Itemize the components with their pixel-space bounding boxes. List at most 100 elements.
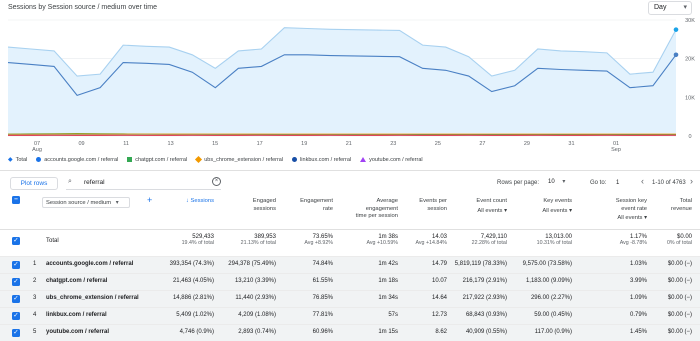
rows-per-page-select[interactable]: 10 ▾ <box>548 178 570 189</box>
y-tick-label: 30K <box>685 18 695 24</box>
x-tick-label: 29 <box>524 141 530 147</box>
total-subtext: 0% of total <box>612 240 692 246</box>
x-tick-label: 09 <box>78 141 84 147</box>
dimension-cell[interactable]: ubs_chrome_extension / referral <box>46 295 139 301</box>
total-cell: 13,013.0010.31% of total <box>492 234 572 246</box>
event-filter-select[interactable]: All events ▾ <box>445 208 507 216</box>
dimension-cell[interactable]: chatgpt.com / referral <box>46 278 107 284</box>
row-divider <box>0 256 700 257</box>
chevron-down-icon: ▾ <box>642 215 647 221</box>
chevron-down-icon: ▾ <box>567 208 572 214</box>
prev-page-icon[interactable]: ‹ <box>641 176 644 186</box>
row-number: 4 <box>33 312 36 318</box>
column-header-label: Total <box>630 198 692 206</box>
column-header-label: ↓ Sessions <box>152 198 214 206</box>
chevron-down-icon: ▾ <box>116 200 119 206</box>
column-header-label: session <box>385 206 447 214</box>
y-tick-label: 10K <box>685 95 695 101</box>
row-number: 2 <box>33 278 36 284</box>
legend-label: linkbux.com / referral <box>300 157 351 163</box>
legend-item[interactable]: youtube.com / referral <box>360 157 423 163</box>
column-header[interactable]: Engagementrate <box>271 198 333 213</box>
x-tick-label: 17 <box>257 141 263 147</box>
row-divider <box>0 307 700 308</box>
x-tick-label: Sep <box>611 147 621 153</box>
x-tick-label: 13 <box>168 141 174 147</box>
legend-item[interactable]: ◆Total <box>8 156 27 163</box>
legend-label: youtube.com / referral <box>369 157 423 163</box>
row-divider <box>0 324 700 325</box>
metric-cell: 296.00 (2.27%) <box>492 295 572 301</box>
event-filter-value: All events <box>477 208 502 214</box>
dimension-cell[interactable]: youtube.com / referral <box>46 329 109 335</box>
legend-item[interactable]: chatgpt.com / referral <box>127 157 187 163</box>
row-checkbox[interactable]: ✓ <box>12 261 20 269</box>
column-header[interactable]: Key events All events ▾ <box>510 198 572 215</box>
total-label: Total <box>46 238 59 244</box>
legend-item[interactable]: accounts.google.com / referral <box>36 157 118 163</box>
search-icon: ⌕ <box>68 178 72 186</box>
series-end-marker[interactable] <box>674 27 679 32</box>
x-tick-label: 23 <box>390 141 396 147</box>
dimension-cell[interactable]: accounts.google.com / referral <box>46 261 133 267</box>
total-subtext: 10.31% of total <box>492 240 572 246</box>
row-checkbox[interactable]: ✓ <box>12 312 20 320</box>
x-tick-label: 19 <box>301 141 307 147</box>
column-header[interactable]: Event countAll events ▾ <box>445 198 507 215</box>
series-end-marker[interactable] <box>674 53 679 58</box>
metric-cell: $0.00 (−) <box>612 261 692 267</box>
row-number: 5 <box>33 329 36 335</box>
legend-item[interactable]: linkbux.com / referral <box>292 157 351 163</box>
chevron-down-icon: ▾ <box>502 208 507 214</box>
legend-label: Total <box>16 157 28 163</box>
x-tick-label: 21 <box>346 141 352 147</box>
row-checkbox[interactable]: ✓ <box>12 278 20 286</box>
legend-marker-icon <box>127 157 132 162</box>
event-filter-select[interactable]: All events ▾ <box>510 208 572 216</box>
totals-checkbox[interactable]: ✓ <box>12 237 20 245</box>
select-all-checkbox[interactable]: − <box>12 196 20 204</box>
column-header[interactable]: Totalrevenue <box>630 198 692 213</box>
row-number: 1 <box>33 261 36 267</box>
row-divider <box>0 273 700 274</box>
divider <box>0 170 700 171</box>
search-input[interactable]: ⌕ referral × <box>66 177 221 190</box>
column-header-label: revenue <box>630 206 692 214</box>
metric-cell: $0.00 (−) <box>612 295 692 301</box>
legend-item[interactable]: ubs_chrome_extension / referral <box>196 157 283 163</box>
column-header-label: Key events <box>510 198 572 206</box>
rows-per-page-value: 10 <box>548 179 555 185</box>
x-tick-label: 25 <box>435 141 441 147</box>
goto-input[interactable]: 1 <box>616 180 619 186</box>
chevron-down-icon: ▾ <box>562 179 565 185</box>
metric-cell: 9,575.00 (73.58%) <box>492 261 572 267</box>
clear-search-icon[interactable]: × <box>212 177 221 186</box>
row-checkbox[interactable]: ✓ <box>12 295 20 303</box>
event-filter-value: All events <box>617 215 642 221</box>
metric-cell: $0.00 (−) <box>612 278 692 284</box>
column-header-label: sessions <box>214 206 276 214</box>
legend-label: ubs_chrome_extension / referral <box>204 157 283 163</box>
legend-marker-icon <box>360 157 366 162</box>
next-page-icon[interactable]: › <box>690 176 693 186</box>
series-area-total <box>8 28 676 136</box>
legend-marker-icon <box>292 157 297 162</box>
legend-marker-icon <box>36 157 41 162</box>
plot-rows-button[interactable]: Plot rows <box>10 177 58 190</box>
legend-label: accounts.google.com / referral <box>44 157 118 163</box>
dimension-cell[interactable]: linkbux.com / referral <box>46 312 107 318</box>
x-tick-label: Aug <box>32 147 42 153</box>
row-checkbox[interactable]: ✓ <box>12 329 20 337</box>
row-number: 3 <box>33 295 36 301</box>
column-header-label: time per session <box>336 213 398 221</box>
column-header[interactable]: Engagedsessions <box>214 198 276 213</box>
column-header[interactable]: ↓ Sessions <box>152 198 214 206</box>
column-header[interactable]: Events persession <box>385 198 447 213</box>
event-filter-select[interactable]: All events ▾ <box>585 215 647 223</box>
dimension-select-value: Session source / medium <box>46 200 111 206</box>
x-tick-label: 31 <box>568 141 574 147</box>
event-filter-value: All events <box>542 208 567 214</box>
legend-marker-icon <box>195 156 202 163</box>
dimension-select[interactable]: Session source / medium ▾ <box>42 197 130 208</box>
pagination-range: 1-10 of 4763 <box>652 180 686 186</box>
